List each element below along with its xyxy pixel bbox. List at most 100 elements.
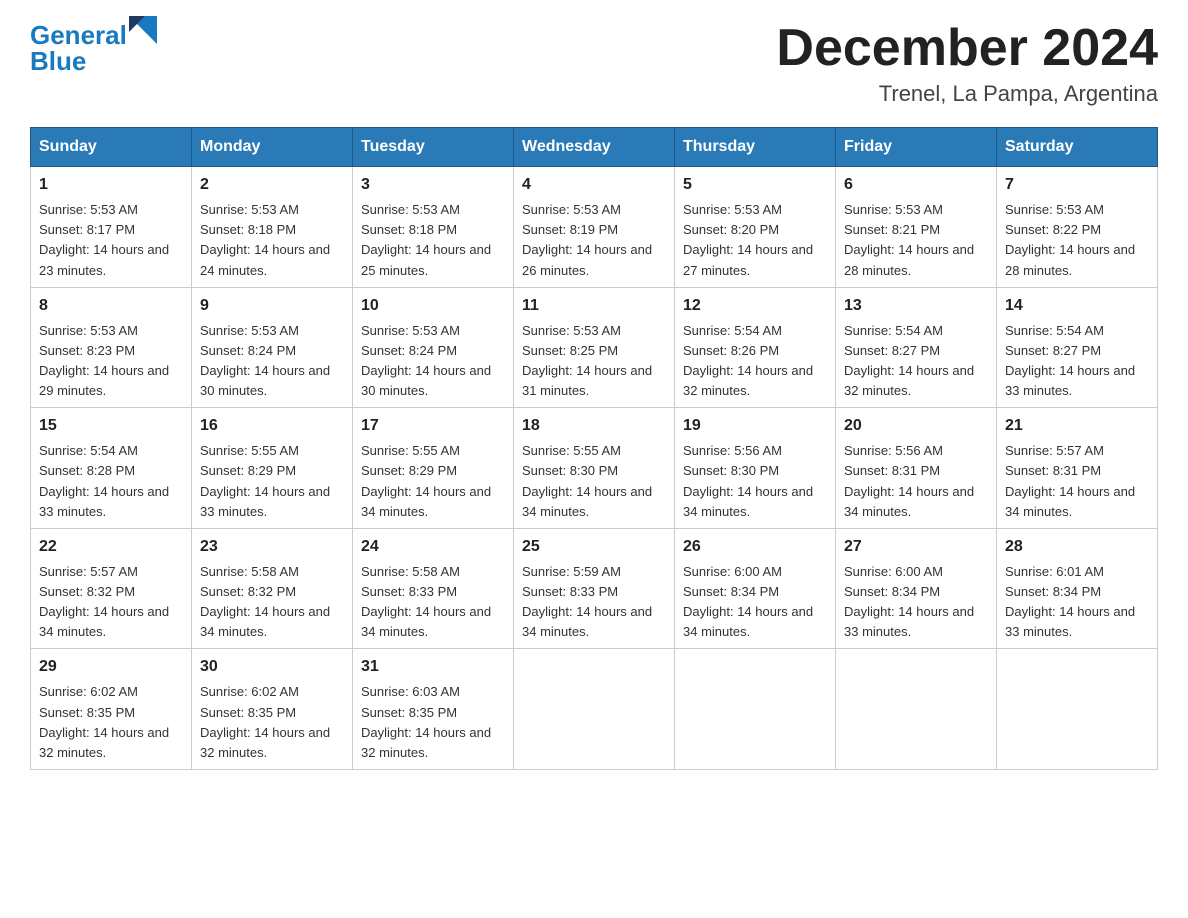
day-info: Sunrise: 5:53 AMSunset: 8:24 PMDaylight:… [200,321,344,402]
day-number: 9 [200,294,344,318]
month-year-title: December 2024 [776,20,1158,77]
col-header-thursday: Thursday [675,128,836,167]
calendar-cell: 11Sunrise: 5:53 AMSunset: 8:25 PMDayligh… [514,287,675,408]
day-number: 15 [39,414,183,438]
calendar-header-row: SundayMondayTuesdayWednesdayThursdayFrid… [31,128,1158,167]
day-info: Sunrise: 5:55 AMSunset: 8:30 PMDaylight:… [522,441,666,522]
day-number: 30 [200,655,344,679]
day-info: Sunrise: 6:01 AMSunset: 8:34 PMDaylight:… [1005,562,1149,643]
calendar-cell: 18Sunrise: 5:55 AMSunset: 8:30 PMDayligh… [514,408,675,529]
day-number: 14 [1005,294,1149,318]
calendar-cell: 6 Sunrise: 5:53 AMSunset: 8:21 PMDaylight… [836,167,997,288]
day-info: Sunrise: 5:53 AMSunset: 8:19 PMDaylight:… [522,200,666,281]
calendar-cell [997,649,1158,770]
day-info: Sunrise: 5:54 AMSunset: 8:26 PMDaylight:… [683,321,827,402]
calendar-cell [675,649,836,770]
day-info: Sunrise: 5:57 AMSunset: 8:32 PMDaylight:… [39,562,183,643]
day-number: 17 [361,414,505,438]
day-number: 20 [844,414,988,438]
calendar-cell: 31 Sunrise: 6:03 AMSunset: 8:35 PMDayligh… [353,649,514,770]
day-number: 5 [683,173,827,197]
calendar-cell: 14 Sunrise: 5:54 AMSunset: 8:27 PMDayligh… [997,287,1158,408]
calendar-cell: 4 Sunrise: 5:53 AMSunset: 8:19 PMDaylight… [514,167,675,288]
col-header-friday: Friday [836,128,997,167]
calendar-cell: 1 Sunrise: 5:53 AMSunset: 8:17 PMDaylight… [31,167,192,288]
day-info: Sunrise: 6:02 AMSunset: 8:35 PMDaylight:… [39,682,183,763]
page-header: General Blue December 2024 Trenel, La Pa… [30,20,1158,107]
calendar-cell: 21Sunrise: 5:57 AMSunset: 8:31 PMDayligh… [997,408,1158,529]
day-number: 28 [1005,535,1149,559]
day-info: Sunrise: 5:59 AMSunset: 8:33 PMDaylight:… [522,562,666,643]
day-info: Sunrise: 5:54 AMSunset: 8:28 PMDaylight:… [39,441,183,522]
calendar-cell: 10Sunrise: 5:53 AMSunset: 8:24 PMDayligh… [353,287,514,408]
day-info: Sunrise: 5:53 AMSunset: 8:22 PMDaylight:… [1005,200,1149,281]
calendar-cell: 12 Sunrise: 5:54 AMSunset: 8:26 PMDayligh… [675,287,836,408]
day-number: 10 [361,294,505,318]
calendar-cell: 25 Sunrise: 5:59 AMSunset: 8:33 PMDayligh… [514,528,675,649]
col-header-monday: Monday [192,128,353,167]
calendar-cell: 27 Sunrise: 6:00 AMSunset: 8:34 PMDayligh… [836,528,997,649]
day-info: Sunrise: 6:03 AMSunset: 8:35 PMDaylight:… [361,682,505,763]
day-number: 3 [361,173,505,197]
calendar-week-row: 29 Sunrise: 6:02 AMSunset: 8:35 PMDayligh… [31,649,1158,770]
day-info: Sunrise: 5:55 AMSunset: 8:29 PMDaylight:… [361,441,505,522]
day-info: Sunrise: 5:55 AMSunset: 8:29 PMDaylight:… [200,441,344,522]
calendar-table: SundayMondayTuesdayWednesdayThursdayFrid… [30,127,1158,770]
day-number: 4 [522,173,666,197]
day-info: Sunrise: 6:00 AMSunset: 8:34 PMDaylight:… [844,562,988,643]
col-header-saturday: Saturday [997,128,1158,167]
day-number: 31 [361,655,505,679]
calendar-cell: 19Sunrise: 5:56 AMSunset: 8:30 PMDayligh… [675,408,836,529]
calendar-cell: 7 Sunrise: 5:53 AMSunset: 8:22 PMDaylight… [997,167,1158,288]
calendar-cell: 13Sunrise: 5:54 AMSunset: 8:27 PMDayligh… [836,287,997,408]
day-number: 13 [844,294,988,318]
day-number: 2 [200,173,344,197]
calendar-week-row: 15 Sunrise: 5:54 AMSunset: 8:28 PMDayligh… [31,408,1158,529]
calendar-cell: 29 Sunrise: 6:02 AMSunset: 8:35 PMDayligh… [31,649,192,770]
col-header-wednesday: Wednesday [514,128,675,167]
day-number: 6 [844,173,988,197]
day-info: Sunrise: 5:53 AMSunset: 8:18 PMDaylight:… [361,200,505,281]
day-number: 23 [200,535,344,559]
day-number: 21 [1005,414,1149,438]
day-number: 12 [683,294,827,318]
calendar-week-row: 1 Sunrise: 5:53 AMSunset: 8:17 PMDaylight… [31,167,1158,288]
day-info: Sunrise: 6:02 AMSunset: 8:35 PMDaylight:… [200,682,344,763]
calendar-cell: 28 Sunrise: 6:01 AMSunset: 8:34 PMDayligh… [997,528,1158,649]
calendar-cell: 9 Sunrise: 5:53 AMSunset: 8:24 PMDaylight… [192,287,353,408]
calendar-cell: 16Sunrise: 5:55 AMSunset: 8:29 PMDayligh… [192,408,353,529]
day-number: 11 [522,294,666,318]
day-number: 7 [1005,173,1149,197]
day-number: 1 [39,173,183,197]
day-info: Sunrise: 5:58 AMSunset: 8:33 PMDaylight:… [361,562,505,643]
day-info: Sunrise: 5:53 AMSunset: 8:21 PMDaylight:… [844,200,988,281]
day-info: Sunrise: 5:58 AMSunset: 8:32 PMDaylight:… [200,562,344,643]
day-number: 27 [844,535,988,559]
day-info: Sunrise: 5:56 AMSunset: 8:31 PMDaylight:… [844,441,988,522]
day-number: 8 [39,294,183,318]
logo: General Blue [30,20,157,77]
day-info: Sunrise: 5:53 AMSunset: 8:17 PMDaylight:… [39,200,183,281]
location-text: Trenel, La Pampa, Argentina [776,81,1158,107]
day-info: Sunrise: 5:53 AMSunset: 8:20 PMDaylight:… [683,200,827,281]
day-info: Sunrise: 5:54 AMSunset: 8:27 PMDaylight:… [1005,321,1149,402]
calendar-cell: 23 Sunrise: 5:58 AMSunset: 8:32 PMDayligh… [192,528,353,649]
day-number: 19 [683,414,827,438]
day-info: Sunrise: 5:53 AMSunset: 8:23 PMDaylight:… [39,321,183,402]
logo-blue-text: Blue [30,46,157,77]
col-header-sunday: Sunday [31,128,192,167]
day-number: 25 [522,535,666,559]
calendar-week-row: 22 Sunrise: 5:57 AMSunset: 8:32 PMDayligh… [31,528,1158,649]
calendar-cell [514,649,675,770]
title-section: December 2024 Trenel, La Pampa, Argentin… [776,20,1158,107]
calendar-cell: 15 Sunrise: 5:54 AMSunset: 8:28 PMDayligh… [31,408,192,529]
calendar-cell: 26Sunrise: 6:00 AMSunset: 8:34 PMDayligh… [675,528,836,649]
calendar-cell: 8 Sunrise: 5:53 AMSunset: 8:23 PMDaylight… [31,287,192,408]
calendar-cell: 20 Sunrise: 5:56 AMSunset: 8:31 PMDayligh… [836,408,997,529]
calendar-cell [836,649,997,770]
day-number: 26 [683,535,827,559]
day-number: 22 [39,535,183,559]
calendar-cell: 24Sunrise: 5:58 AMSunset: 8:33 PMDayligh… [353,528,514,649]
calendar-cell: 17 Sunrise: 5:55 AMSunset: 8:29 PMDayligh… [353,408,514,529]
day-number: 29 [39,655,183,679]
